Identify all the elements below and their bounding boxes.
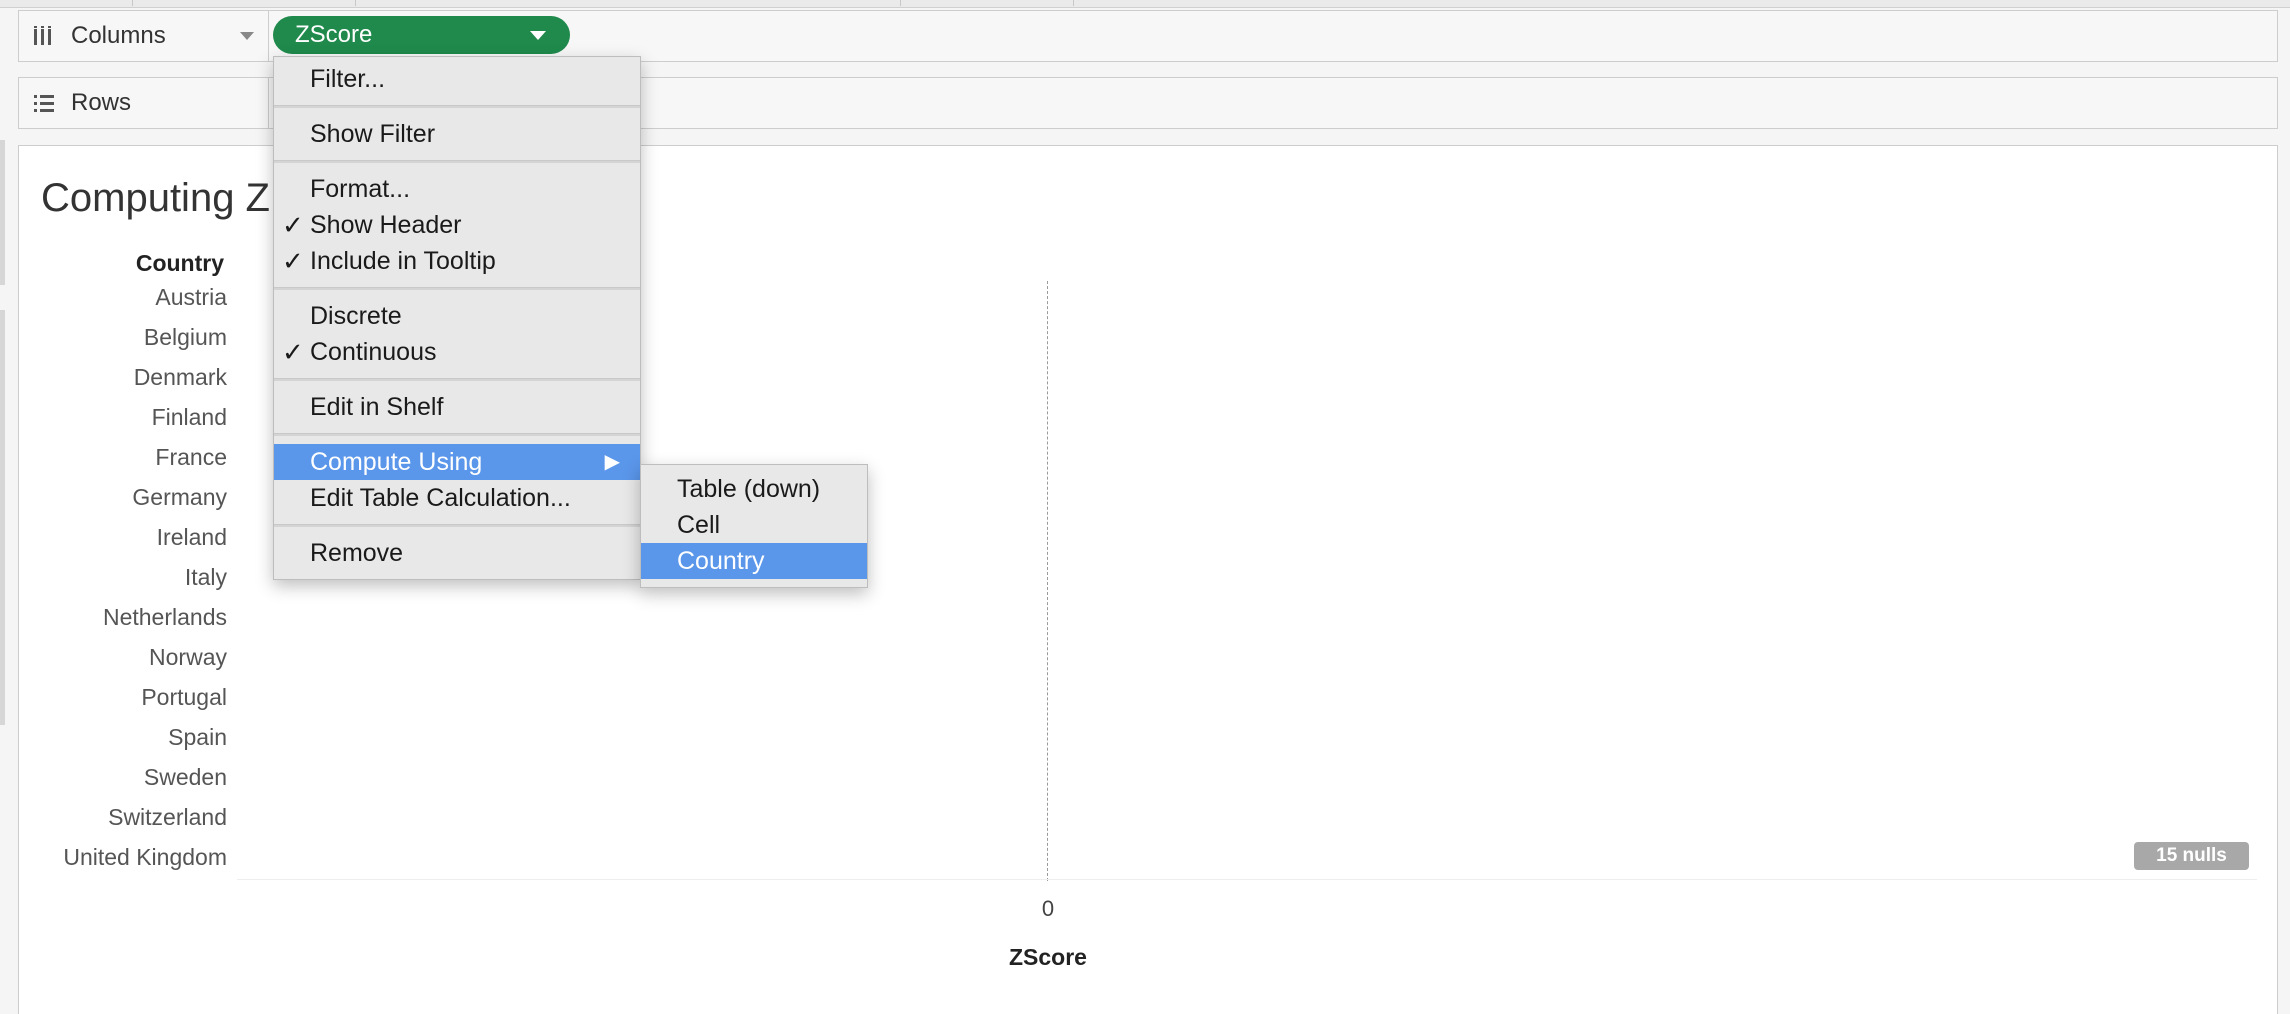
menu-item-label: Filter... bbox=[310, 65, 386, 93]
menu-item-label: Compute Using bbox=[310, 448, 483, 476]
pill-label: ZScore bbox=[295, 21, 373, 48]
submenu-item-table-down[interactable]: Table (down) bbox=[641, 471, 867, 507]
divider bbox=[1073, 0, 1074, 6]
menu-separator bbox=[274, 378, 640, 381]
row-label[interactable]: Netherlands bbox=[19, 604, 227, 644]
rows-icon bbox=[33, 92, 55, 114]
zero-reference-line bbox=[1047, 281, 1048, 881]
zscore-pill[interactable]: ZScore bbox=[273, 16, 570, 54]
row-label[interactable]: Spain bbox=[19, 724, 227, 764]
menu-item-format[interactable]: Format... bbox=[274, 171, 640, 207]
left-rail bbox=[0, 310, 5, 725]
row-header-country[interactable]: Country bbox=[136, 250, 224, 277]
menu-item-remove[interactable]: Remove bbox=[274, 535, 640, 571]
row-label[interactable]: Switzerland bbox=[19, 804, 227, 844]
columns-shelf-label[interactable]: Columns bbox=[19, 11, 269, 61]
menu-item-show-header[interactable]: ✓ Show Header bbox=[274, 207, 640, 243]
row-labels: Austria Belgium Denmark Finland France G… bbox=[19, 284, 227, 884]
left-rail bbox=[0, 140, 5, 285]
axis-title[interactable]: ZScore bbox=[948, 944, 1148, 971]
menu-item-label: Show Filter bbox=[310, 120, 436, 148]
view-title: Computing Z bbox=[41, 176, 270, 220]
menu-separator bbox=[274, 287, 640, 290]
row-label[interactable]: Ireland bbox=[19, 524, 227, 564]
null-indicator-badge[interactable]: 15 nulls bbox=[2134, 842, 2249, 870]
menu-item-include-in-tooltip[interactable]: ✓ Include in Tooltip bbox=[274, 243, 640, 279]
menu-item-label: Cell bbox=[677, 511, 721, 539]
caret-down-icon[interactable] bbox=[240, 32, 254, 40]
top-strip bbox=[0, 0, 2290, 8]
row-label[interactable]: Austria bbox=[19, 284, 227, 324]
pill-context-menu: Filter... Show Filter Format... ✓ Show H… bbox=[273, 56, 641, 580]
chevron-right-icon: ▶ bbox=[604, 451, 620, 473]
columns-label-text: Columns bbox=[71, 22, 166, 49]
row-label[interactable]: United Kingdom bbox=[19, 844, 227, 884]
caret-down-icon[interactable] bbox=[530, 31, 546, 40]
menu-item-label: Edit Table Calculation... bbox=[310, 484, 571, 512]
rows-shelf-label[interactable]: Rows bbox=[19, 78, 269, 128]
row-label[interactable]: Norway bbox=[19, 644, 227, 684]
rows-label-text: Rows bbox=[71, 89, 132, 116]
axis-line bbox=[237, 879, 2257, 880]
divider bbox=[900, 0, 901, 6]
row-label[interactable]: Finland bbox=[19, 404, 227, 444]
checkmark-icon: ✓ bbox=[282, 210, 304, 240]
row-label[interactable]: Germany bbox=[19, 484, 227, 524]
row-label[interactable]: Belgium bbox=[19, 324, 227, 364]
divider bbox=[355, 0, 356, 6]
checkmark-icon: ✓ bbox=[282, 246, 304, 276]
submenu-item-country[interactable]: Country bbox=[641, 543, 867, 579]
columns-icon bbox=[33, 25, 55, 47]
menu-item-edit-in-shelf[interactable]: Edit in Shelf bbox=[274, 389, 640, 425]
menu-item-compute-using[interactable]: Compute Using ▶ bbox=[274, 444, 640, 480]
menu-separator bbox=[274, 160, 640, 163]
menu-item-label: Continuous bbox=[310, 338, 437, 366]
menu-item-label: Remove bbox=[310, 539, 404, 567]
compute-using-submenu: Table (down) Cell Country bbox=[640, 464, 868, 588]
divider bbox=[132, 0, 133, 6]
row-label[interactable]: France bbox=[19, 444, 227, 484]
menu-item-filter[interactable]: Filter... bbox=[274, 61, 640, 97]
submenu-item-cell[interactable]: Cell bbox=[641, 507, 867, 543]
row-label[interactable]: Portugal bbox=[19, 684, 227, 724]
menu-item-label: Table (down) bbox=[677, 475, 821, 503]
axis-tick-label: 0 bbox=[1041, 896, 1055, 921]
menu-separator bbox=[274, 105, 640, 108]
row-label[interactable]: Italy bbox=[19, 564, 227, 604]
menu-item-edit-table-calculation[interactable]: Edit Table Calculation... bbox=[274, 480, 640, 516]
checkmark-icon: ✓ bbox=[282, 337, 304, 367]
menu-item-label: Include in Tooltip bbox=[310, 247, 496, 275]
menu-item-continuous[interactable]: ✓ Continuous bbox=[274, 334, 640, 370]
menu-item-label: Format... bbox=[310, 175, 411, 203]
menu-item-label: Country bbox=[677, 547, 765, 575]
menu-item-label: Discrete bbox=[310, 302, 402, 330]
menu-item-show-filter[interactable]: Show Filter bbox=[274, 116, 640, 152]
menu-item-label: Edit in Shelf bbox=[310, 393, 444, 421]
menu-item-label: Show Header bbox=[310, 211, 462, 239]
menu-item-discrete[interactable]: Discrete bbox=[274, 298, 640, 334]
row-label[interactable]: Sweden bbox=[19, 764, 227, 804]
menu-separator bbox=[274, 524, 640, 527]
menu-separator bbox=[274, 433, 640, 436]
row-label[interactable]: Denmark bbox=[19, 364, 227, 404]
